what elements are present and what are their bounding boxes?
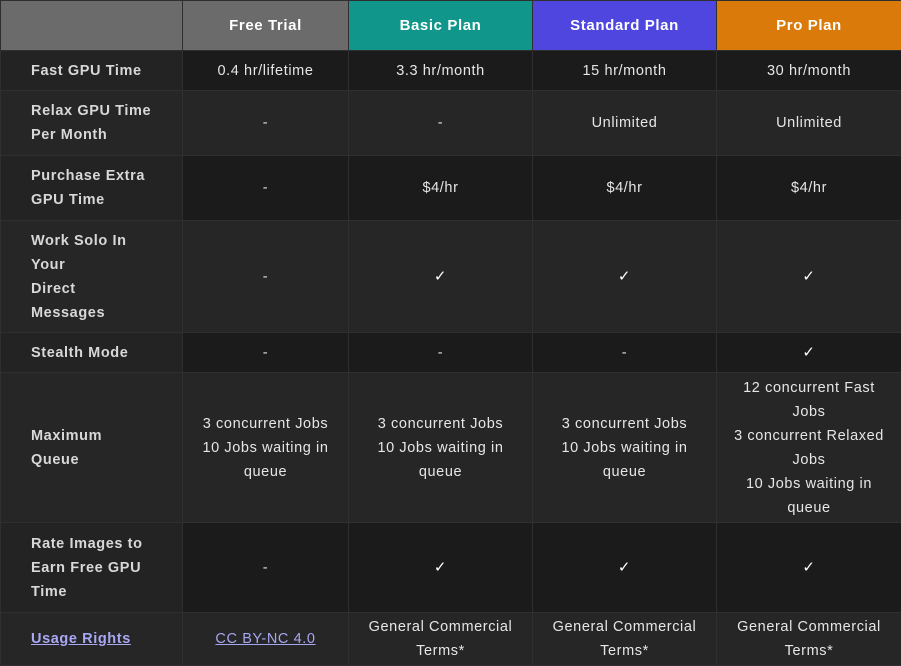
cell-line: 10 Jobs waiting in xyxy=(729,472,889,496)
cell-line: queue xyxy=(545,460,704,484)
cell-value: - xyxy=(183,523,349,613)
cell-value: $4/hr xyxy=(349,156,533,221)
feature-label: Fast GPU Time xyxy=(1,51,183,91)
feature-label: Purchase Extra GPU Time xyxy=(1,156,183,221)
cell-line: 3 concurrent Jobs xyxy=(361,412,520,436)
cell-line: queue xyxy=(361,460,520,484)
cell-line: queue xyxy=(729,496,889,520)
table-row: Maximum Queue 3 concurrent Jobs 10 Jobs … xyxy=(1,373,901,523)
feature-label-line: Work Solo In xyxy=(31,229,170,253)
feature-label: Maximum Queue xyxy=(1,373,183,523)
check-icon: ✓ xyxy=(533,221,717,333)
feature-label: Stealth Mode xyxy=(1,333,183,373)
cell-value: $4/hr xyxy=(533,156,717,221)
cell-value: General Commercial Terms* xyxy=(717,613,901,666)
feature-label-line: Messages xyxy=(31,301,170,325)
plan-header-standard: Standard Plan xyxy=(533,1,717,51)
feature-label: Relax GPU Time Per Month xyxy=(1,91,183,156)
feature-label: Usage Rights xyxy=(1,613,183,666)
cell-value: - xyxy=(183,91,349,156)
table-row: Purchase Extra GPU Time - $4/hr $4/hr $4… xyxy=(1,156,901,221)
cell-value: Unlimited xyxy=(533,91,717,156)
table-row: Rate Images to Earn Free GPU Time - ✓ ✓ … xyxy=(1,523,901,613)
cell-value: - xyxy=(349,333,533,373)
cell-value: - xyxy=(183,221,349,333)
cell-line: 10 Jobs waiting in xyxy=(545,436,704,460)
check-icon: ✓ xyxy=(717,333,901,373)
check-icon: ✓ xyxy=(533,523,717,613)
feature-label-line: Your xyxy=(31,253,170,277)
table-row: Stealth Mode - - - ✓ xyxy=(1,333,901,373)
cell-value: - xyxy=(533,333,717,373)
cell-value: 15 hr/month xyxy=(533,51,717,91)
cell-value: 12 concurrent Fast Jobs 3 concurrent Rel… xyxy=(717,373,901,523)
cell-value: 0.4 hr/lifetime xyxy=(183,51,349,91)
cell-value: 3 concurrent Jobs 10 Jobs waiting in que… xyxy=(183,373,349,523)
cell-value: 3 concurrent Jobs 10 Jobs waiting in que… xyxy=(533,373,717,523)
cell-value: General Commercial Terms* xyxy=(349,613,533,666)
check-icon: ✓ xyxy=(349,221,533,333)
cell-value: 3 concurrent Jobs 10 Jobs waiting in que… xyxy=(349,373,533,523)
header-row: Free Trial Basic Plan Standard Plan Pro … xyxy=(1,1,901,51)
check-icon: ✓ xyxy=(349,523,533,613)
cell-value: - xyxy=(183,333,349,373)
cell-line: queue xyxy=(195,460,336,484)
cell-line: 10 Jobs waiting in xyxy=(195,436,336,460)
cell-value: Unlimited xyxy=(717,91,901,156)
usage-rights-link[interactable]: Usage Rights xyxy=(31,631,131,647)
cell-value: General Commercial Terms* xyxy=(533,613,717,666)
cell-line: Jobs xyxy=(729,400,889,424)
table-row: Usage Rights CC BY-NC 4.0 General Commer… xyxy=(1,613,901,666)
cell-value: 3.3 hr/month xyxy=(349,51,533,91)
table-row: Relax GPU Time Per Month - - Unlimited U… xyxy=(1,91,901,156)
cell-line: 10 Jobs waiting in xyxy=(361,436,520,460)
cell-value: 30 hr/month xyxy=(717,51,901,91)
cc-by-nc-link[interactable]: CC BY-NC 4.0 xyxy=(215,631,315,647)
cell-line: Jobs xyxy=(729,448,889,472)
plan-header-pro: Pro Plan xyxy=(717,1,901,51)
cell-line: 3 concurrent Relaxed xyxy=(729,424,889,448)
feature-label: Work Solo In Your Direct Messages xyxy=(1,221,183,333)
cell-value: - xyxy=(349,91,533,156)
table-row: Fast GPU Time 0.4 hr/lifetime 3.3 hr/mon… xyxy=(1,51,901,91)
cell-value: CC BY-NC 4.0 xyxy=(183,613,349,666)
feature-label: Rate Images to Earn Free GPU Time xyxy=(1,523,183,613)
cell-line: 3 concurrent Jobs xyxy=(195,412,336,436)
plan-header-basic: Basic Plan xyxy=(349,1,533,51)
cell-line: 3 concurrent Jobs xyxy=(545,412,704,436)
cell-line: 12 concurrent Fast xyxy=(729,376,889,400)
table-row: Work Solo In Your Direct Messages - ✓ ✓ … xyxy=(1,221,901,333)
plan-header-free-trial: Free Trial xyxy=(183,1,349,51)
cell-value: $4/hr xyxy=(717,156,901,221)
header-corner xyxy=(1,1,183,51)
plan-comparison-table: Free Trial Basic Plan Standard Plan Pro … xyxy=(0,0,901,666)
cell-value: - xyxy=(183,156,349,221)
feature-label-line: Direct xyxy=(31,277,170,301)
check-icon: ✓ xyxy=(717,523,901,613)
check-icon: ✓ xyxy=(717,221,901,333)
